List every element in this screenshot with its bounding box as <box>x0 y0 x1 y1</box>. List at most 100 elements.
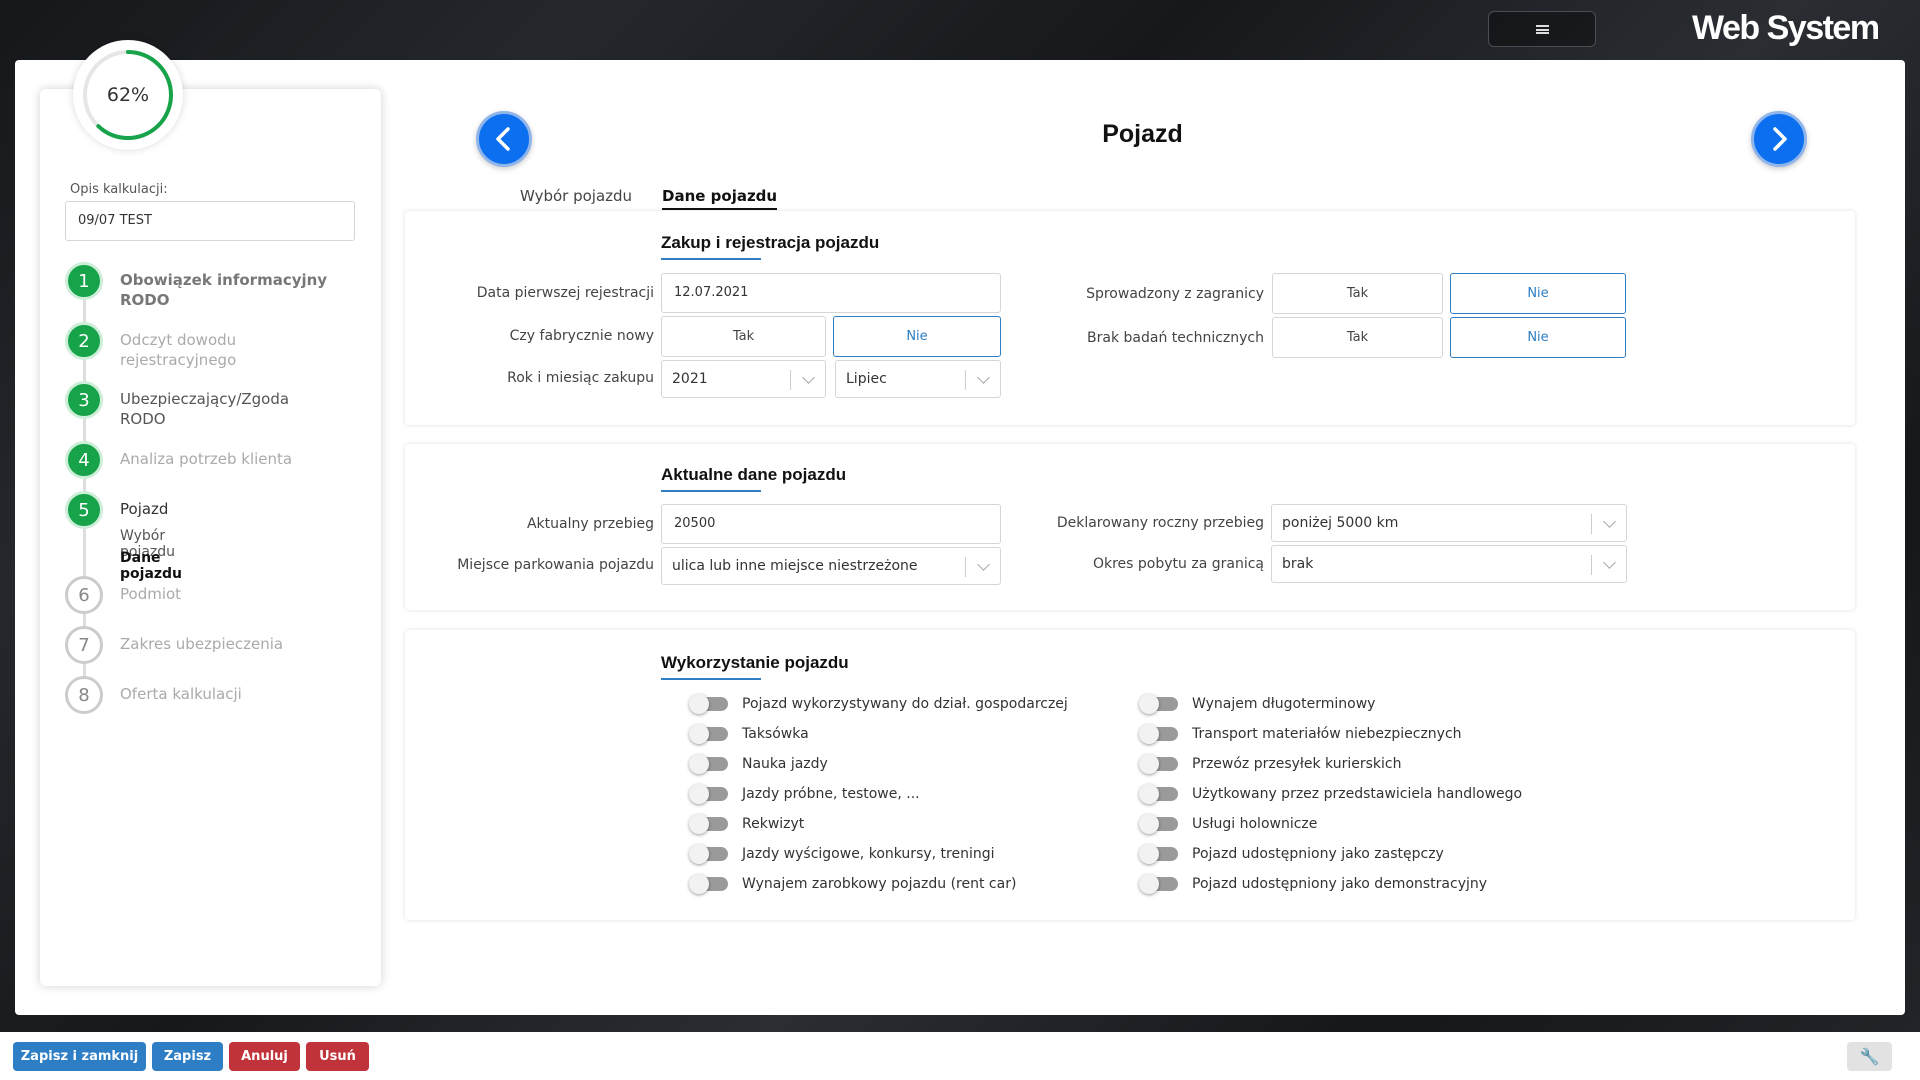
save-button[interactable]: Zapisz <box>152 1042 223 1071</box>
usage-toggle-label: Transport materiałów niebezpiecznych <box>1192 726 1462 742</box>
description-input[interactable]: 09/07 TEST <box>65 201 355 241</box>
toggle-switch[interactable] <box>689 874 728 894</box>
toggle-switch[interactable] <box>689 784 728 804</box>
usage-toggle[interactable]: Wynajem długoterminowy <box>1139 694 1376 714</box>
usage-toggle[interactable]: Pojazd udostępniony jako demonstracyjny <box>1139 874 1488 894</box>
parking-value: ulica lub inne miejsce niestrzeżone <box>672 558 918 574</box>
tab-vehicle-selection[interactable]: Wybór pojazdu <box>520 187 632 205</box>
abroad-period-select[interactable]: brak <box>1271 545 1627 583</box>
bottom-action-bar: Zapisz i zamknij Zapisz Anuluj Usuń 🔧 <box>0 1032 1920 1080</box>
factory-new-no-button[interactable]: Nie <box>833 316 1001 357</box>
toggle-switch[interactable] <box>1139 814 1178 834</box>
previous-button[interactable] <box>476 111 532 167</box>
toggle-switch[interactable] <box>689 694 728 714</box>
next-button[interactable] <box>1751 111 1807 167</box>
step-label: Pojazd <box>120 500 169 518</box>
step-label-line2: RODO <box>120 410 166 428</box>
abroad-period-value: brak <box>1282 556 1314 572</box>
toggle-knob <box>1139 754 1159 774</box>
substep-vehicle-data[interactable]: Dane pojazdu <box>120 550 182 582</box>
usage-toggle[interactable]: Usługi holownicze <box>1139 814 1317 834</box>
toggle-switch[interactable] <box>1139 724 1178 744</box>
save-and-close-button[interactable]: Zapisz i zamknij <box>13 1042 146 1071</box>
progress-percent: 62% <box>106 84 150 106</box>
toggle-knob <box>689 814 709 834</box>
toggle-knob <box>689 724 709 744</box>
usage-toggle-label: Pojazd wykorzystywany do dział. gospodar… <box>742 696 1068 712</box>
usage-toggle[interactable]: Pojazd wykorzystywany do dział. gospodar… <box>689 694 1068 714</box>
toggle-switch[interactable] <box>689 724 728 744</box>
usage-toggle-label: Wynajem długoterminowy <box>1192 696 1376 712</box>
toggle-switch[interactable] <box>1139 754 1178 774</box>
page-title: Pojazd <box>1102 120 1183 148</box>
chevron-down-icon <box>1603 556 1616 569</box>
usage-toggle-label: Użytkowany przez przedstawiciela handlow… <box>1192 786 1523 802</box>
imported-no-button[interactable]: Nie <box>1450 273 1626 314</box>
usage-toggle[interactable]: Jazdy próbne, testowe, ... <box>689 784 920 804</box>
usage-toggle[interactable]: Użytkowany przez przedstawiciela handlow… <box>1139 784 1523 804</box>
purchase-year-month-label: Rok i miesiąc zakupu <box>507 370 654 386</box>
step-label: Oferta kalkulacji <box>120 685 242 703</box>
menu-button[interactable] <box>1488 11 1596 47</box>
delete-button[interactable]: Usuń <box>306 1042 369 1071</box>
step-number: 6 <box>65 576 103 614</box>
usage-toggle-label: Pojazd udostępniony jako demonstracyjny <box>1192 876 1488 892</box>
purchase-year-select[interactable]: 2021 <box>661 360 826 398</box>
chevron-down-icon <box>802 371 815 384</box>
toggle-knob <box>689 694 709 714</box>
step-label: Podmiot <box>120 585 182 603</box>
chevron-down-icon <box>977 558 990 571</box>
usage-toggle[interactable]: Pojazd udostępniony jako zastępczy <box>1139 844 1444 864</box>
step-label-line2: rejestracyjnego <box>120 351 237 369</box>
usage-toggle[interactable]: Transport materiałów niebezpiecznych <box>1139 724 1462 744</box>
mileage-label: Aktualny przebieg <box>526 516 654 532</box>
usage-toggle[interactable]: Nauka jazdy <box>689 754 828 774</box>
step-label: Odczyt dowodu <box>120 331 237 349</box>
parking-select[interactable]: ulica lub inne miejsce niestrzeżone <box>661 547 1001 585</box>
imported-yes-button[interactable]: Tak <box>1272 273 1443 314</box>
tab-vehicle-data[interactable]: Dane pojazdu <box>662 187 778 210</box>
annual-mileage-value: poniżej 5000 km <box>1282 515 1399 531</box>
description-label: Opis kalkulacji: <box>70 182 168 197</box>
tools-button[interactable]: 🔧 <box>1847 1042 1892 1071</box>
usage-toggle[interactable]: Taksówka <box>689 724 809 744</box>
usage-toggle[interactable]: Przewóz przesyłek kurierskich <box>1139 754 1402 774</box>
usage-toggle-label: Pojazd udostępniony jako zastępczy <box>1192 846 1444 862</box>
current-data-title: Aktualne dane pojazdu <box>661 465 846 492</box>
toggle-switch[interactable] <box>689 754 728 774</box>
progress-circle: 62% <box>73 40 183 150</box>
mileage-input[interactable]: 20500 <box>661 504 1001 544</box>
top-bar: Web System <box>0 0 1920 60</box>
annual-mileage-select[interactable]: poniżej 5000 km <box>1271 504 1627 542</box>
toggle-knob <box>1139 814 1159 834</box>
purchase-registration-card <box>405 211 1855 425</box>
toggle-knob <box>1139 874 1159 894</box>
toggle-switch[interactable] <box>1139 844 1178 864</box>
toggle-knob <box>689 844 709 864</box>
step-number: 2 <box>65 322 103 360</box>
purchase-month-select[interactable]: Lipiec <box>835 360 1001 398</box>
usage-toggle[interactable]: Rekwizyt <box>689 814 804 834</box>
no-inspection-label: Brak badań technicznych <box>1087 330 1264 346</box>
cancel-button[interactable]: Anuluj <box>229 1042 300 1071</box>
hamburger-icon <box>1535 24 1549 34</box>
usage-toggle-label: Nauka jazdy <box>742 756 828 772</box>
step-number: 7 <box>65 626 103 664</box>
toggle-switch[interactable] <box>689 844 728 864</box>
first-registration-date-input[interactable]: 12.07.2021 <box>661 273 1001 313</box>
usage-toggle[interactable]: Jazdy wyścigowe, konkursy, treningi <box>689 844 995 864</box>
toggle-switch[interactable] <box>1139 694 1178 714</box>
toggle-knob <box>1139 784 1159 804</box>
parking-label: Miejsce parkowania pojazdu <box>457 557 654 573</box>
factory-new-yes-button[interactable]: Tak <box>661 316 826 357</box>
step-number: 4 <box>65 441 103 479</box>
toggle-switch[interactable] <box>689 814 728 834</box>
usage-toggle[interactable]: Wynajem zarobkowy pojazdu (rent car) <box>689 874 1016 894</box>
step-number: 8 <box>65 676 103 714</box>
step-label: Obowiązek informacyjny <box>120 271 328 289</box>
toggle-switch[interactable] <box>1139 784 1178 804</box>
no-inspection-yes-button[interactable]: Tak <box>1272 317 1443 358</box>
toggle-switch[interactable] <box>1139 874 1178 894</box>
usage-toggle-label: Jazdy wyścigowe, konkursy, treningi <box>742 846 995 862</box>
no-inspection-no-button[interactable]: Nie <box>1450 317 1626 358</box>
